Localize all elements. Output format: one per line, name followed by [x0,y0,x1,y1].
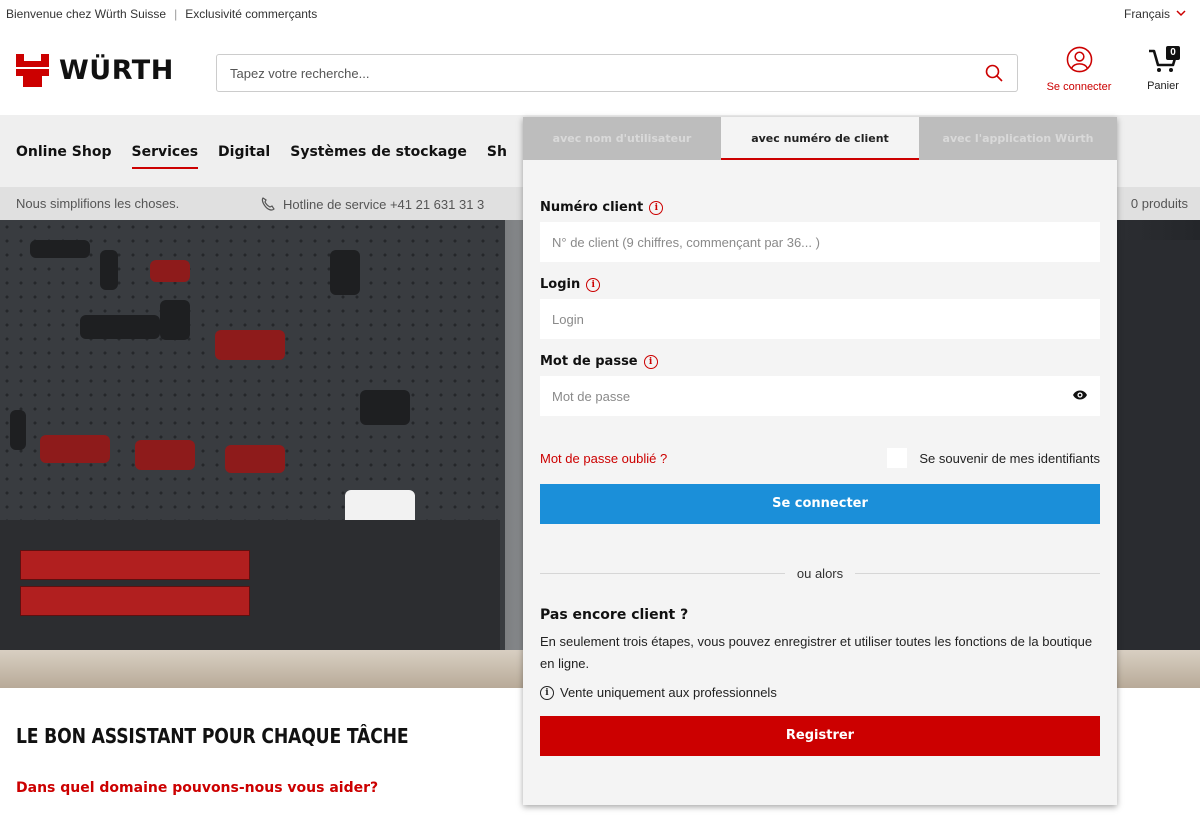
account-button[interactable]: Se connecter [1040,46,1118,93]
not-client-title: Pas encore client ? [540,607,689,623]
tool-shape [135,440,195,470]
tab-client-number[interactable]: avec numéro de client [721,117,919,160]
right-cabinet [1118,240,1200,670]
info-icon[interactable]: i [643,354,658,369]
remember-label: Se souvenir de mes identifiants [919,450,1100,466]
cart-button[interactable]: 0 Panier [1138,44,1188,92]
login-tabs: avec nom d'utilisateur avec numéro de cl… [523,117,1117,160]
tool-shape [10,410,26,450]
remember-checkbox[interactable] [887,448,908,468]
login-label: Login [540,277,581,292]
client-number-input[interactable] [540,222,1100,262]
tab-username[interactable]: avec nom d'utilisateur [523,117,721,160]
password-label: Mot de passe [540,354,638,369]
tool-shape [150,260,190,282]
client-number-field-wrap [540,222,1100,262]
topbar-separator: | [174,7,178,21]
nav-item-digital[interactable]: Digital [218,144,270,160]
password-input[interactable] [540,376,1100,416]
or-text: ou alors [796,566,844,581]
client-number-label-row: Numéro client i [540,200,1100,215]
tool-shape [100,250,118,290]
tool-shape [40,435,110,463]
login-form: Numéro client i Login i Mot de passe i [540,160,1100,756]
user-icon [1066,46,1092,73]
account-label: Se connecter [1046,81,1112,93]
section-subhead: Dans quel domaine pouvons-nous vous aide… [16,780,379,796]
tool-shape [80,315,160,339]
eye-icon[interactable] [1072,389,1088,401]
search-input[interactable] [217,55,957,91]
hotline: Hotline de service +41 21 631 31 3 [260,196,484,212]
tool-shape [160,300,190,340]
tool-shape [360,390,410,425]
products-count-text: 0 produits [1130,196,1188,211]
password-field-wrap [540,376,1100,416]
wurth-logo-icon [16,54,49,87]
nav-item-online-shop[interactable]: Online Shop [16,144,112,160]
password-label-row: Mot de passe i [540,354,1100,369]
exclusive-text: Exclusivité commerçants [185,7,318,21]
tool-shape [30,240,90,258]
info-icon[interactable]: i [649,200,664,215]
phone-icon [261,197,275,211]
login-input[interactable] [540,299,1100,339]
language-selector[interactable]: Français [1124,7,1186,21]
search-icon[interactable] [985,64,1003,82]
hotline-text: Hotline de service +41 21 631 31 3 [283,196,485,212]
cart-count-badge: 0 [1166,46,1180,60]
client-number-label: Numéro client [540,200,644,215]
section-headline: LE BON ASSISTANT POUR CHAQUE TÂCHE [16,724,409,748]
not-client-description: En seulement trois étapes, vous pouvez e… [540,634,1093,671]
logo-text: WÜRTH [59,55,174,86]
pro-only-note: i Vente uniquement aux professionnels [540,685,1100,700]
login-options-row: Mot de passe oublié ? Se souvenir de mes… [540,448,1100,468]
search-box [216,54,1018,92]
tab-wurth-app[interactable]: avec l'application Würth [919,117,1117,160]
nav-item-truncated[interactable]: Sh [487,144,507,160]
info-icon: i [540,685,554,700]
top-utility-bar: Bienvenue chez Würth Suisse | Exclusivit… [0,0,1200,30]
tool-shape [330,250,360,295]
tool-cabinet [0,520,500,650]
cart-label: Panier [1147,80,1179,92]
site-header: WÜRTH Se connecter 0 Panier [0,30,1200,115]
remember-me: Se souvenir de mes identifiants [887,448,1100,468]
chevron-down-icon [1176,9,1186,20]
register-button[interactable]: Registrer [540,716,1100,756]
nav-item-services[interactable]: Services [131,144,198,169]
or-divider: ou alors [540,566,1100,581]
tool-shape [215,330,285,360]
login-submit-button[interactable]: Se connecter [540,484,1100,524]
login-field-wrap [540,299,1100,339]
pro-only-text: Vente uniquement aux professionnels [560,685,777,700]
slogan-text: Nous simplifions les choses. [16,196,180,211]
tool-shape [225,445,285,473]
info-icon[interactable]: i [586,277,601,292]
wurth-logo[interactable]: WÜRTH [16,54,174,87]
login-label-row: Login i [540,277,1100,292]
login-dropdown: avec nom d'utilisateur avec numéro de cl… [523,117,1117,805]
forgot-password-link[interactable]: Mot de passe oublié ? [540,451,667,466]
nav-item-storage-systems[interactable]: Systèmes de stockage [290,144,467,160]
language-label: Français [1123,7,1170,21]
welcome-text: Bienvenue chez Würth Suisse [6,7,167,21]
